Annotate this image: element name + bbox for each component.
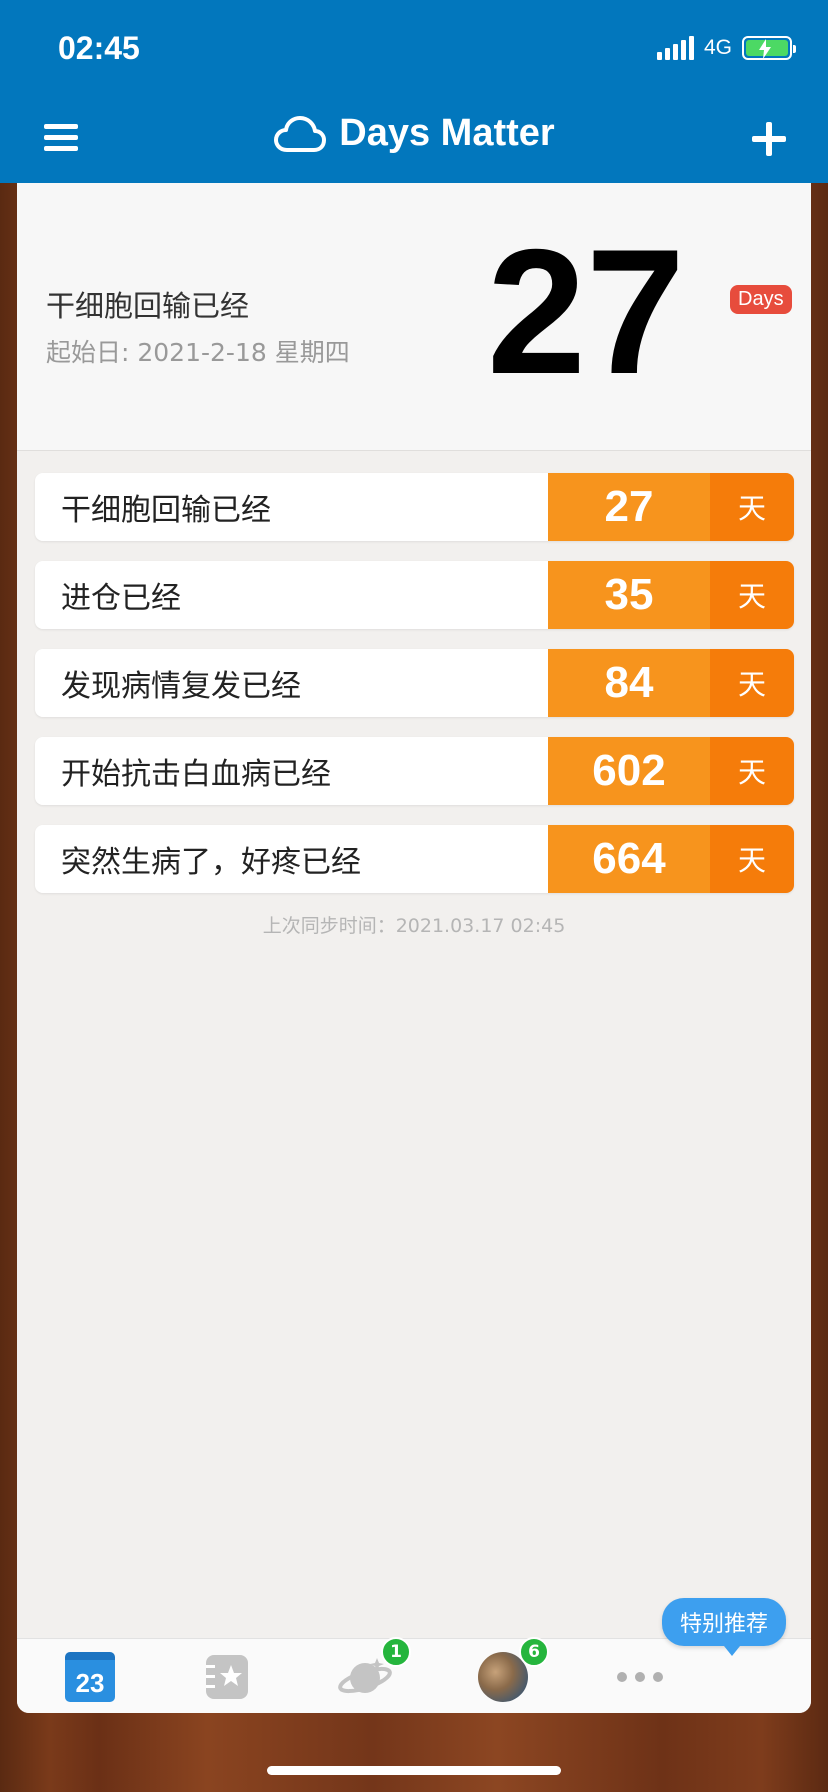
tab-notebook[interactable]: [199, 1649, 255, 1705]
event-days: 35: [548, 561, 710, 629]
list-item[interactable]: 开始抗击白血病已经 602 天: [35, 737, 794, 805]
cloud-icon[interactable]: [273, 114, 327, 154]
home-indicator: [267, 1766, 561, 1775]
sync-timestamp: 上次同步时间：2021.03.17 02:45: [262, 915, 566, 937]
event-unit: 天: [710, 561, 794, 629]
promo-button[interactable]: 特别推荐: [662, 1598, 787, 1656]
event-days: 84: [548, 649, 710, 717]
event-list: 干细胞回输已经 27 天 进仓已经 35 天 发现病情复发已经 84 天 开始抗…: [35, 473, 794, 913]
event-label: 干细胞回输已经: [35, 473, 548, 541]
event-unit: 天: [710, 473, 794, 541]
signal-icon: [656, 36, 694, 60]
notebook-star-icon: [206, 1655, 248, 1699]
notification-badge: 1: [381, 1637, 411, 1667]
page-title: Days Matter: [339, 112, 555, 154]
event-days: 664: [548, 825, 710, 893]
notification-badge: 6: [519, 1637, 549, 1667]
tab-discover[interactable]: 1: [337, 1637, 411, 1705]
hero-start-date: 起始日: 2021-2-18 星期四: [46, 338, 350, 367]
status-indicators: 4G: [656, 36, 796, 60]
event-label: 开始抗击白血病已经: [35, 737, 548, 805]
calendar-icon: 23: [65, 1652, 115, 1702]
event-unit: 天: [710, 825, 794, 893]
status-time: 02:45: [58, 30, 140, 66]
list-item[interactable]: 发现病情复发已经 84 天: [35, 649, 794, 717]
event-unit: 天: [710, 737, 794, 805]
event-days: 602: [548, 737, 710, 805]
event-label: 发现病情复发已经: [35, 649, 548, 717]
network-type: 4G: [703, 36, 732, 59]
add-icon[interactable]: [750, 120, 788, 158]
app-header: 02:45 4G Days Matter: [0, 0, 828, 183]
calendar-day: 23: [75, 1668, 105, 1698]
tab-bar: 23 1 6: [17, 1637, 811, 1713]
list-item[interactable]: 进仓已经 35 天: [35, 561, 794, 629]
main-card: 干细胞回输已经 起始日: 2021-2-18 星期四 27 Days 干细胞回输…: [17, 183, 811, 1713]
battery-icon: [742, 36, 796, 60]
hero-card[interactable]: 干细胞回输已经 起始日: 2021-2-18 星期四 27 Days: [17, 183, 811, 451]
event-unit: 天: [710, 649, 794, 717]
days-badge: Days: [730, 285, 792, 314]
tab-more[interactable]: [612, 1649, 668, 1705]
hero-day-count: 27: [487, 212, 685, 411]
tab-calendar[interactable]: 23: [62, 1649, 118, 1705]
header-title-group: Days Matter: [0, 112, 828, 155]
more-icon: [617, 1672, 663, 1682]
hero-title: 干细胞回输已经: [46, 289, 250, 323]
tab-profile[interactable]: 6: [475, 1637, 549, 1705]
event-label: 进仓已经: [35, 561, 548, 629]
event-label: 突然生病了，好疼已经: [35, 825, 548, 893]
list-item[interactable]: 突然生病了，好疼已经 664 天: [35, 825, 794, 893]
event-days: 27: [548, 473, 710, 541]
list-item[interactable]: 干细胞回输已经 27 天: [35, 473, 794, 541]
